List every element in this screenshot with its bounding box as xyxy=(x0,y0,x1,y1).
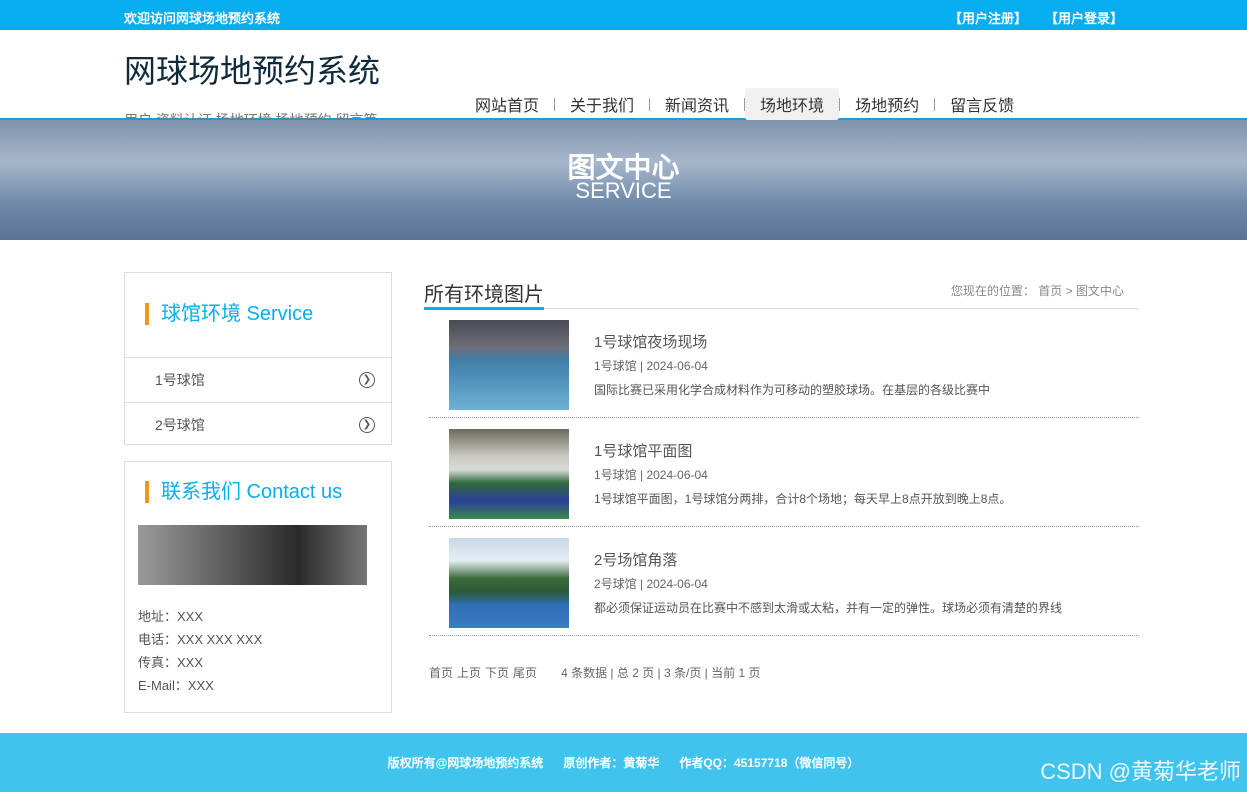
watermark: CSDN @黄菊华老师 xyxy=(1040,754,1241,786)
category-box: 球馆环境 Service 1号球馆 ❯ 2号球馆 ❯ xyxy=(124,272,392,445)
pagination: 首页 上页 下页 尾页 4 条数据 | 总 2 页 | 3 条/页 | 当前 1… xyxy=(429,664,1139,681)
category-label: 2号球馆 xyxy=(155,415,205,435)
nav-environment[interactable]: 场地环境 xyxy=(745,88,839,120)
main-nav: 网站首页 关于我们 新闻资讯 场地环境 场地预约 留言反馈 xyxy=(460,88,1029,120)
nav-news[interactable]: 新闻资讯 xyxy=(650,88,744,120)
thumbnail-image[interactable] xyxy=(449,429,569,519)
item-meta: 2号球馆 | 2024-06-04 xyxy=(594,575,708,592)
breadcrumb-current[interactable]: 图文中心 xyxy=(1076,284,1124,298)
chevron-right-icon: ❯ xyxy=(359,372,375,388)
nav-home[interactable]: 网站首页 xyxy=(460,88,554,120)
page-first[interactable]: 首页 xyxy=(429,664,453,681)
item-title[interactable]: 1号球馆夜场现场 xyxy=(594,331,707,352)
item-meta: 1号球馆 | 2024-06-04 xyxy=(594,357,708,374)
breadcrumb-home[interactable]: 首页 xyxy=(1038,284,1062,298)
page-next[interactable]: 下页 xyxy=(485,664,509,681)
header: 网球场地预约系统 用户.资料认证.场地环境.场地预约.留言等 网站首页 关于我们… xyxy=(0,30,1247,120)
thumbnail-image[interactable] xyxy=(449,538,569,628)
contact-title: 联系我们 Contact us xyxy=(145,481,391,503)
main-content: 所有环境图片 您现在的位置： 首页 > 图文中心 1号球馆夜场现场 1号球馆 |… xyxy=(424,272,1139,681)
category-label: 1号球馆 xyxy=(155,370,205,390)
nav-about[interactable]: 关于我们 xyxy=(555,88,649,120)
nav-booking[interactable]: 场地预约 xyxy=(840,88,934,120)
list-item[interactable]: 1号球馆平面图 1号球馆 | 2024-06-04 1号球馆平面图，1号球馆分两… xyxy=(429,418,1139,527)
contact-box: 联系我们 Contact us 地址：XXX 电话：XXX XXX XXX 传真… xyxy=(124,461,392,713)
site-title: 网球场地预约系统 xyxy=(124,46,380,92)
contact-fax: 传真：XXX xyxy=(138,651,391,674)
footer-author: 原创作者：黄菊华 xyxy=(563,754,659,771)
contact-phone: 电话：XXX XXX XXX xyxy=(138,628,391,651)
contact-email: E-Mail：XXX xyxy=(138,674,391,697)
footer-qq: 作者QQ：45157718（微信同号） xyxy=(679,754,859,771)
register-link[interactable]: 【用户注册】 xyxy=(949,8,1027,27)
footer-copyright: 版权所有@网球场地预约系统 xyxy=(388,754,544,771)
login-link[interactable]: 【用户登录】 xyxy=(1045,8,1123,27)
item-title[interactable]: 2号场馆角落 xyxy=(594,549,677,570)
list-item[interactable]: 2号场馆角落 2号球馆 | 2024-06-04 都必须保证运动员在比赛中不感到… xyxy=(429,527,1139,636)
breadcrumb-label: 您现在的位置： xyxy=(951,284,1035,298)
nav-feedback[interactable]: 留言反馈 xyxy=(935,88,1029,120)
banner: 图文中心 SERVICE xyxy=(0,120,1247,240)
page-stats: 4 条数据 | 总 2 页 | 3 条/页 | 当前 1 页 xyxy=(561,664,760,681)
breadcrumb-separator: > xyxy=(1066,284,1073,298)
welcome-text: 欢迎访问网球场地预约系统 xyxy=(124,8,280,27)
breadcrumb: 您现在的位置： 首页 > 图文中心 xyxy=(951,282,1124,299)
page-prev[interactable]: 上页 xyxy=(457,664,481,681)
page-title: 所有环境图片 xyxy=(424,278,544,310)
item-desc: 都必须保证运动员在比赛中不感到太滑或太粘，并有一定的弹性。球场必须有清楚的界线 xyxy=(594,599,1062,616)
banner-subtitle: SERVICE xyxy=(0,178,1247,204)
chevron-right-icon: ❯ xyxy=(359,417,375,433)
item-title[interactable]: 1号球馆平面图 xyxy=(594,440,692,461)
item-desc: 1号球馆平面图，1号球馆分两排，合计8个场地；每天早上8点开放到晚上8点。 xyxy=(594,490,1011,507)
category-item[interactable]: 1号球馆 ❯ xyxy=(125,357,391,402)
item-desc: 国际比赛已采用化学合成材料作为可移动的塑胶球场。在基层的各级比赛中 xyxy=(594,381,990,398)
item-meta: 1号球馆 | 2024-06-04 xyxy=(594,466,708,483)
category-item[interactable]: 2号球馆 ❯ xyxy=(125,402,391,447)
thumbnail-image[interactable] xyxy=(449,320,569,410)
category-title: 球馆环境 Service xyxy=(145,303,391,325)
contact-address: 地址：XXX xyxy=(138,605,391,628)
list-item[interactable]: 1号球馆夜场现场 1号球馆 | 2024-06-04 国际比赛已采用化学合成材料… xyxy=(429,309,1139,418)
top-bar: 欢迎访问网球场地预约系统 【用户注册】 【用户登录】 xyxy=(0,0,1247,30)
page-last[interactable]: 尾页 xyxy=(513,664,537,681)
contact-image xyxy=(138,525,367,585)
